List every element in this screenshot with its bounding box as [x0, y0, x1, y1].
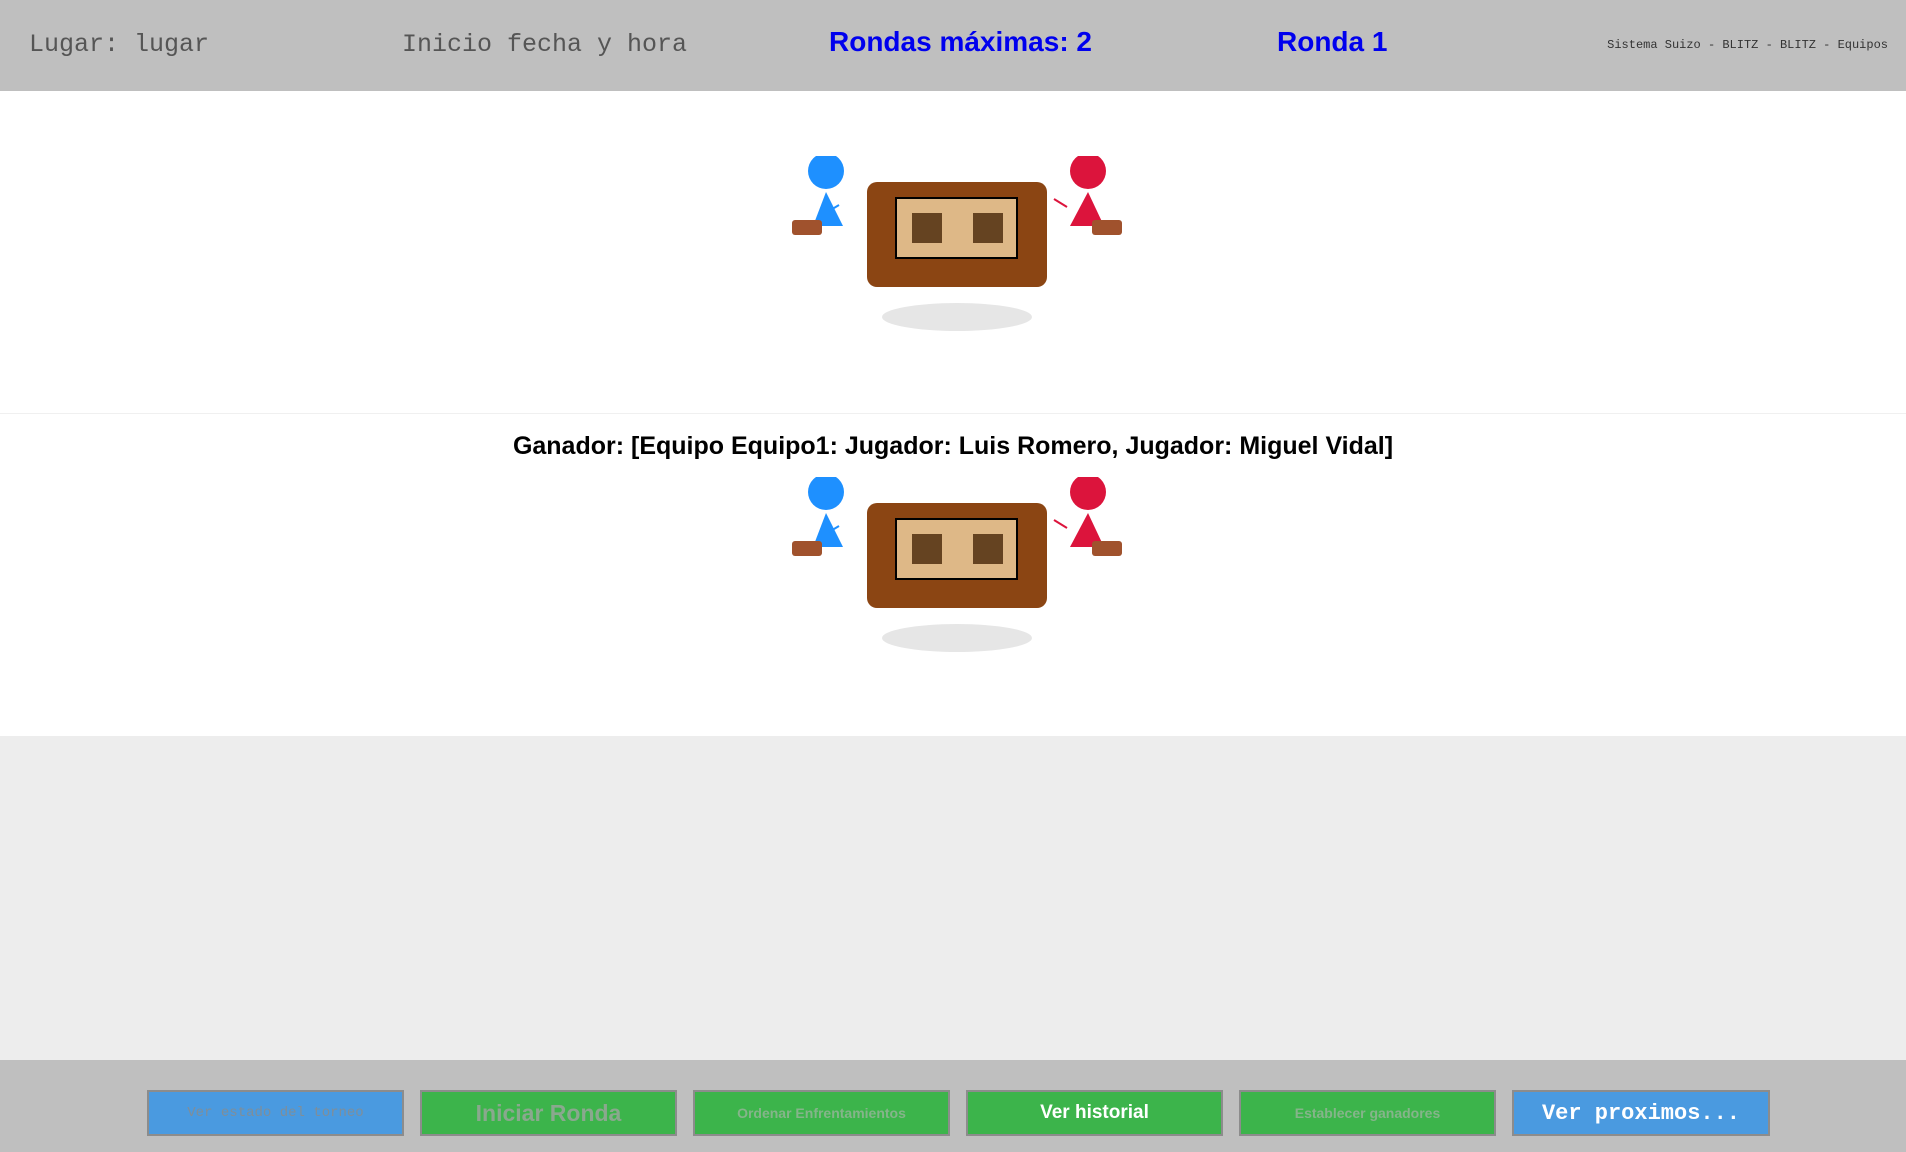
player-red-icon — [1053, 156, 1122, 235]
current-round-label: Ronda 1 — [1277, 26, 1388, 57]
view-history-button[interactable]: Ver historial — [966, 1090, 1223, 1136]
set-winners-button[interactable]: Establecer ganadores — [1239, 1090, 1496, 1136]
view-tournament-status-button[interactable]: Ver estado del torneo — [147, 1090, 404, 1136]
match-card[interactable] — [0, 91, 1906, 414]
lugar-label: Lugar: lugar — [29, 30, 210, 59]
empty-content-area — [0, 736, 1906, 1060]
player-red-icon — [1053, 477, 1122, 556]
order-matchups-button[interactable]: Ordenar Enfrentamientos — [693, 1090, 950, 1136]
start-round-button[interactable]: Iniciar Ronda — [420, 1090, 677, 1136]
system-label: Sistema Suizo - BLITZ - BLITZ - Equipos — [1607, 38, 1888, 52]
player-blue-icon — [792, 477, 844, 556]
player-blue-icon — [792, 156, 844, 235]
footer-toolbar: Ver estado del torneo Iniciar Ronda Orde… — [0, 1060, 1906, 1152]
header-bar: Lugar: lugar Inicio fecha y hora Rondas … — [0, 0, 1906, 91]
view-next-button[interactable]: Ver proximos... — [1512, 1090, 1770, 1136]
max-rounds-label: Rondas máximas: 2 — [829, 26, 1092, 57]
tournament-round-screen: Lugar: lugar Inicio fecha y hora Rondas … — [0, 0, 1906, 1152]
chess-table-icon — [792, 156, 1122, 331]
inicio-label: Inicio fecha y hora — [402, 30, 688, 59]
winner-label: Ganador: [Equipo Equipo1: Jugador: Luis … — [512, 432, 1394, 460]
matches-list: Ganador: [Equipo Equipo1: Jugador: Luis … — [0, 91, 1906, 736]
match-card[interactable]: Ganador: [Equipo Equipo1: Jugador: Luis … — [0, 414, 1906, 736]
chess-table-icon — [792, 477, 1122, 652]
